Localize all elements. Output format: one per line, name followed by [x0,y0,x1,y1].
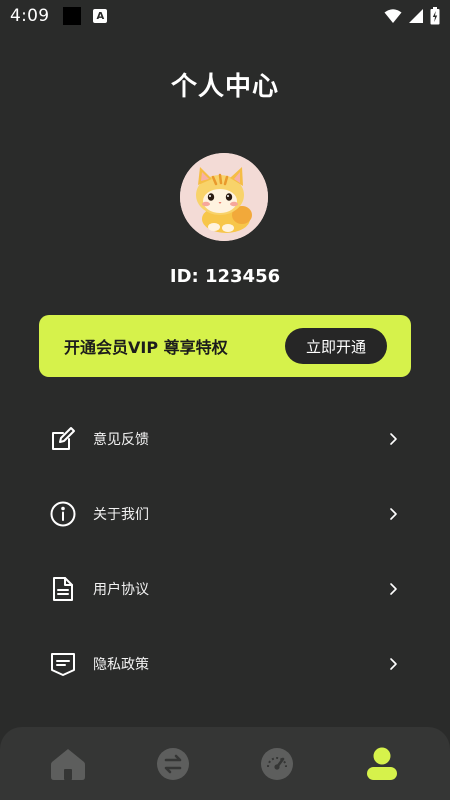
nav-convert[interactable] [145,736,201,792]
info-icon [49,500,77,528]
page-title: 个人中心 [170,72,279,102]
cell-signal-icon [409,9,423,23]
bottom-nav [0,727,450,800]
menu-label-about: 关于我们 [93,507,149,523]
policy-icon [49,650,77,678]
menu-label-feedback: 意见反馈 [93,432,149,448]
nav-home[interactable] [40,736,96,792]
chevron-right-icon [390,508,397,520]
notification-square-icon [63,7,82,25]
vip-promo-text: 开通会员VIP 尊享特权 [64,338,228,357]
status-icons [384,7,440,25]
edit-icon [49,425,77,453]
menu-label-user-agreement: 用户协议 [93,582,149,598]
menu-label-privacy-policy: 隐私政策 [93,657,149,673]
notification-app-icon: A [93,9,108,23]
user-icon [366,747,397,780]
menu-item-privacy-policy[interactable]: 隐私政策 [39,636,411,692]
nav-speed[interactable] [249,736,305,792]
cat-avatar-icon [180,153,268,241]
status-time: 4:09 [10,6,50,26]
nav-profile[interactable] [354,736,410,792]
menu-item-user-agreement[interactable]: 用户协议 [39,561,411,617]
user-id: ID: 123456 [169,266,281,287]
vip-activate-button[interactable]: 立即开通 [285,328,387,364]
menu-item-about[interactable]: 关于我们 [39,486,411,542]
status-bar: 4:09 A [0,0,450,32]
wifi-icon [384,9,402,23]
chevron-right-icon [390,433,397,445]
vip-banner[interactable]: 开通会员VIP 尊享特权 立即开通 [39,315,411,377]
battery-charging-icon [430,7,440,25]
chevron-right-icon [390,583,397,595]
swap-icon [156,747,189,780]
avatar[interactable] [180,153,268,241]
chevron-right-icon [390,658,397,670]
home-icon [51,748,86,780]
document-icon [49,575,77,603]
speedometer-icon [261,747,294,780]
menu-item-feedback[interactable]: 意见反馈 [39,411,411,467]
